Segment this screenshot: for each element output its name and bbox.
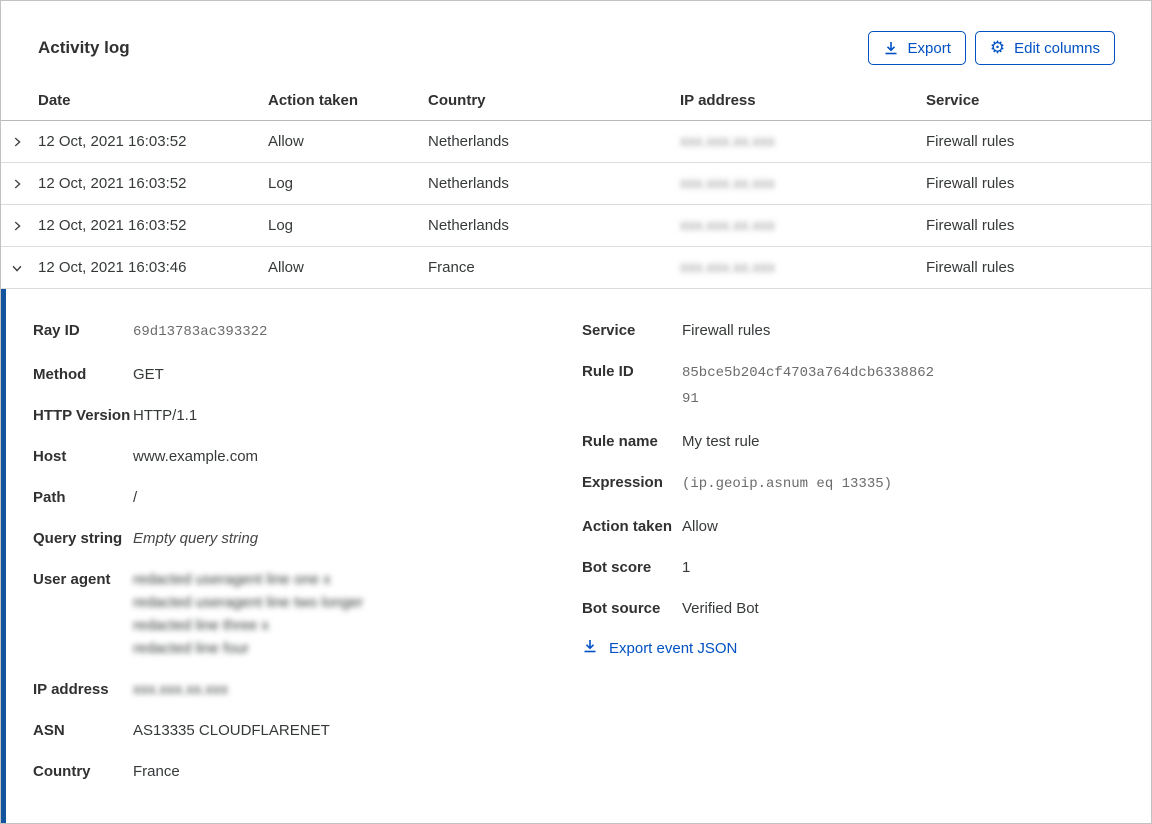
detail-field-ray-id: Ray ID 69d13783ac393322 — [33, 322, 268, 340]
table-row[interactable]: 12 Oct, 2021 16:03:52 Log Netherlands xx… — [1, 205, 1151, 247]
detail-field-method: Method GET — [33, 366, 164, 383]
ip-redacted: xxx.xxx.xx.xxx — [133, 681, 229, 698]
table-row-expanded[interactable]: 12 Oct, 2021 16:03:46 Allow France xxx.x… — [1, 247, 1151, 289]
export-event-json-label: Export event JSON — [609, 639, 738, 657]
export-event-json-link[interactable]: Export event JSON — [582, 638, 737, 658]
event-detail-panel: Ray ID 69d13783ac393322 Method GET HTTP … — [1, 289, 1151, 823]
event-detail-left-column: Ray ID 69d13783ac393322 Method GET HTTP … — [33, 319, 582, 801]
column-header-service: Service — [926, 92, 980, 109]
cell-service: Firewall rules — [926, 133, 1015, 150]
chevron-right-icon[interactable] — [1, 177, 38, 191]
detail-field-query-string: Query string Empty query string — [33, 530, 259, 547]
edit-columns-button[interactable]: ⚙ Edit columns — [974, 31, 1115, 65]
detail-field-bot-source: Bot source Verified Bot — [582, 600, 759, 617]
detail-field-rule-name: Rule name My test rule — [582, 433, 760, 450]
table-header-spacer — [1, 92, 38, 120]
detail-field-host: Host www.example.com — [33, 448, 259, 465]
detail-field-ip-address: IP address xxx.xxx.xx.xxx — [33, 678, 582, 701]
download-icon — [883, 40, 899, 56]
chevron-right-icon[interactable] — [1, 135, 38, 149]
detail-field-http-version: HTTP Version HTTP/1.1 — [33, 407, 198, 424]
cell-action: Allow — [268, 259, 304, 276]
detail-field-rule-id: Rule ID 85bce5b204cf4703a764dcb633886291 — [582, 363, 935, 407]
cell-date: 12 Oct, 2021 16:03:46 — [38, 259, 187, 276]
chevron-down-icon[interactable] — [1, 261, 38, 275]
cell-ip-redacted: xxx.xxx.xx.xxx — [680, 133, 776, 150]
toolbar: Export ⚙ Edit columns — [867, 31, 1115, 65]
header: Activity log Export ⚙ Edit columns — [1, 1, 1151, 65]
detail-field-country: Country France — [33, 763, 180, 780]
cell-action: Allow — [268, 133, 304, 150]
cell-country: France — [428, 259, 475, 276]
cell-ip-redacted: xxx.xxx.xx.xxx — [680, 175, 776, 192]
column-header-ip: IP address — [680, 92, 756, 109]
cell-action: Log — [268, 217, 294, 234]
page-title: Activity log — [38, 38, 130, 57]
gear-icon: ⚙ — [989, 38, 1006, 58]
table-row[interactable]: 12 Oct, 2021 16:03:52 Allow Netherlands … — [1, 121, 1151, 163]
table-row[interactable]: 12 Oct, 2021 16:03:52 Log Netherlands xx… — [1, 163, 1151, 205]
detail-field-service: Service Firewall rules — [582, 322, 771, 339]
detail-field-action-taken: Action taken Allow — [582, 518, 718, 535]
detail-field-user-agent: User agent redacted useragent line one x… — [33, 568, 582, 660]
cell-action: Log — [268, 175, 294, 192]
cell-country: Netherlands — [428, 175, 509, 192]
cell-date: 12 Oct, 2021 16:03:52 — [38, 217, 187, 234]
activity-log-panel: Activity log Export ⚙ Edit columns Date … — [0, 0, 1152, 824]
column-header-action: Action taken — [268, 92, 359, 109]
chevron-right-icon[interactable] — [1, 219, 38, 233]
export-button[interactable]: Export — [867, 31, 966, 65]
column-header-country: Country — [428, 92, 486, 109]
cell-date: 12 Oct, 2021 16:03:52 — [38, 175, 187, 192]
table-header-row: Date Action taken Country IP address Ser… — [1, 92, 1151, 121]
cell-date: 12 Oct, 2021 16:03:52 — [38, 133, 187, 150]
cell-ip-redacted: xxx.xxx.xx.xxx — [680, 217, 776, 234]
user-agent-redacted: redacted useragent line one x redacted u… — [133, 571, 364, 657]
cell-country: Netherlands — [428, 133, 509, 150]
column-header-date: Date — [38, 92, 71, 109]
download-icon — [582, 638, 598, 658]
detail-field-asn: ASN AS13335 CLOUDFLARENET — [33, 722, 330, 739]
detail-field-expression: Expression (ip.geoip.asnum eq 13335) — [582, 474, 893, 492]
edit-columns-button-label: Edit columns — [1014, 39, 1100, 57]
export-button-label: Export — [907, 39, 951, 57]
cell-service: Firewall rules — [926, 217, 1015, 234]
detail-field-path: Path / — [33, 489, 138, 506]
cell-country: Netherlands — [428, 217, 509, 234]
cell-service: Firewall rules — [926, 259, 1015, 276]
detail-field-bot-score: Bot score 1 — [582, 559, 691, 576]
cell-service: Firewall rules — [926, 175, 1015, 192]
event-detail-right-column: Service Firewall rules Rule ID 85bce5b20… — [582, 319, 1151, 658]
cell-ip-redacted: xxx.xxx.xx.xxx — [680, 259, 776, 276]
